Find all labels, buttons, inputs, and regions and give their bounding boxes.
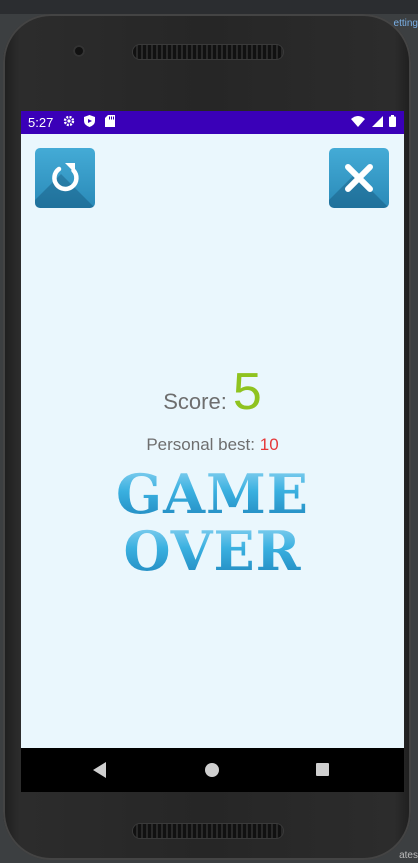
device-screen: 5:27 Score: 5 Personal best: 10 GAME OVE… xyxy=(21,111,404,792)
phone-frame: 5:27 Score: 5 Personal best: 10 GAME OVE… xyxy=(3,14,411,860)
restart-icon xyxy=(52,163,79,192)
gear-icon xyxy=(63,115,78,130)
top-speaker xyxy=(133,45,283,59)
close-icon xyxy=(345,164,373,192)
sd-card-icon xyxy=(104,115,115,130)
personal-best-label: Personal best: xyxy=(146,435,256,454)
home-icon[interactable] xyxy=(205,763,219,777)
bottom-speaker xyxy=(133,824,283,838)
score-label: Score: xyxy=(163,389,227,414)
status-time: 5:27 xyxy=(28,115,54,130)
game-over-title-line2: OVER xyxy=(21,522,404,580)
score-value: 5 xyxy=(232,363,262,421)
recents-icon[interactable] xyxy=(316,763,329,776)
wifi-icon xyxy=(351,116,368,130)
front-camera xyxy=(73,45,85,57)
shield-icon xyxy=(84,115,98,130)
game-over-screen: Score: 5 Personal best: 10 GAME OVER xyxy=(21,134,404,748)
status-bar: 5:27 xyxy=(21,111,404,134)
restart-button[interactable] xyxy=(35,148,95,208)
personal-best-value: 10 xyxy=(259,435,279,454)
ide-top-bar xyxy=(0,0,418,14)
back-icon[interactable] xyxy=(93,762,106,778)
navigation-bar xyxy=(21,748,404,792)
score-line: Score: 5 xyxy=(21,362,404,422)
personal-best-line: Personal best: 10 xyxy=(21,435,404,455)
ide-bottom-label: ates xyxy=(399,850,418,861)
signal-icon xyxy=(371,116,386,130)
game-over-title-line1: GAME xyxy=(21,465,404,523)
close-button[interactable] xyxy=(329,148,389,208)
battery-icon xyxy=(389,115,396,130)
